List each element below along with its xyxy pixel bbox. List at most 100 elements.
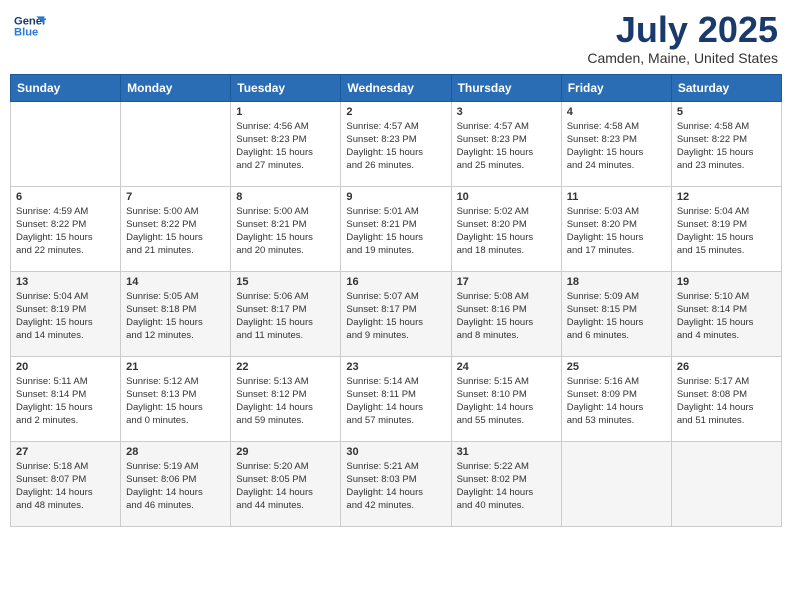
day-info: Sunrise: 5:08 AM Sunset: 8:16 PM Dayligh… bbox=[457, 290, 556, 343]
day-number: 20 bbox=[16, 361, 115, 373]
calendar-cell-w3-d6: 19 Sunrise: 5:10 AM Sunset: 8:14 PM Dayli… bbox=[671, 271, 781, 356]
day-number: 14 bbox=[126, 276, 225, 288]
day-info: Sunrise: 5:10 AM Sunset: 8:14 PM Dayligh… bbox=[677, 290, 776, 343]
month-year: July 2025 bbox=[587, 10, 778, 50]
day-info: Sunrise: 4:56 AM Sunset: 8:23 PM Dayligh… bbox=[236, 120, 335, 173]
day-info: Sunrise: 5:15 AM Sunset: 8:10 PM Dayligh… bbox=[457, 375, 556, 428]
day-number: 22 bbox=[236, 361, 335, 373]
calendar-cell-w5-d3: 30 Sunrise: 5:21 AM Sunset: 8:03 PM Dayli… bbox=[341, 441, 451, 526]
day-info: Sunrise: 5:00 AM Sunset: 8:21 PM Dayligh… bbox=[236, 205, 335, 258]
day-number: 13 bbox=[16, 276, 115, 288]
day-number: 9 bbox=[346, 191, 445, 203]
day-number: 31 bbox=[457, 446, 556, 458]
day-info: Sunrise: 5:04 AM Sunset: 8:19 PM Dayligh… bbox=[16, 290, 115, 343]
day-number: 8 bbox=[236, 191, 335, 203]
calendar-cell-w2-d5: 11 Sunrise: 5:03 AM Sunset: 8:20 PM Dayli… bbox=[561, 186, 671, 271]
calendar-cell-w2-d1: 7 Sunrise: 5:00 AM Sunset: 8:22 PM Daylig… bbox=[121, 186, 231, 271]
day-info: Sunrise: 5:05 AM Sunset: 8:18 PM Dayligh… bbox=[126, 290, 225, 343]
day-info: Sunrise: 5:06 AM Sunset: 8:17 PM Dayligh… bbox=[236, 290, 335, 343]
day-info: Sunrise: 5:02 AM Sunset: 8:20 PM Dayligh… bbox=[457, 205, 556, 258]
location: Camden, Maine, United States bbox=[587, 50, 778, 66]
day-info: Sunrise: 5:01 AM Sunset: 8:21 PM Dayligh… bbox=[346, 205, 445, 258]
day-number: 16 bbox=[346, 276, 445, 288]
calendar-cell-w1-d3: 2 Sunrise: 4:57 AM Sunset: 8:23 PM Daylig… bbox=[341, 101, 451, 186]
calendar-cell-w2-d6: 12 Sunrise: 5:04 AM Sunset: 8:19 PM Dayli… bbox=[671, 186, 781, 271]
day-info: Sunrise: 5:17 AM Sunset: 8:08 PM Dayligh… bbox=[677, 375, 776, 428]
calendar-week-5: 27Sunrise: 5:18 AM Sunset: 8:07 PM Dayli… bbox=[11, 441, 782, 526]
calendar-cell-w4-d3: 23Sunrise: 5:14 AM Sunset: 8:11 PM Dayli… bbox=[341, 356, 451, 441]
header-thursday: Thursday bbox=[451, 74, 561, 101]
day-number: 26 bbox=[677, 361, 776, 373]
calendar-cell-w1-d6: 5Sunrise: 4:58 AM Sunset: 8:22 PM Daylig… bbox=[671, 101, 781, 186]
calendar-cell-w5-d2: 29Sunrise: 5:20 AM Sunset: 8:05 PM Dayli… bbox=[231, 441, 341, 526]
day-number: 21 bbox=[126, 361, 225, 373]
day-info: Sunrise: 5:09 AM Sunset: 8:15 PM Dayligh… bbox=[567, 290, 666, 343]
logo: General Blue bbox=[14, 10, 50, 42]
day-number: 30 bbox=[346, 446, 445, 458]
day-number: 1 bbox=[236, 106, 335, 118]
day-info: Sunrise: 5:03 AM Sunset: 8:20 PM Dayligh… bbox=[567, 205, 666, 258]
calendar-week-4: 20Sunrise: 5:11 AM Sunset: 8:14 PM Dayli… bbox=[11, 356, 782, 441]
day-number: 17 bbox=[457, 276, 556, 288]
day-number: 6 bbox=[16, 191, 115, 203]
calendar-cell-w1-d1 bbox=[121, 101, 231, 186]
header-tuesday: Tuesday bbox=[231, 74, 341, 101]
day-info: Sunrise: 5:04 AM Sunset: 8:19 PM Dayligh… bbox=[677, 205, 776, 258]
header-sunday: Sunday bbox=[11, 74, 121, 101]
logo-icon: General Blue bbox=[14, 10, 46, 42]
header-wednesday: Wednesday bbox=[341, 74, 451, 101]
calendar-cell-w1-d2: 1 Sunrise: 4:56 AM Sunset: 8:23 PM Daylig… bbox=[231, 101, 341, 186]
day-info: Sunrise: 4:59 AM Sunset: 8:22 PM Dayligh… bbox=[16, 205, 115, 258]
day-number: 27 bbox=[16, 446, 115, 458]
page-header: General Blue July 2025 Camden, Maine, Un… bbox=[10, 10, 782, 66]
svg-text:Blue: Blue bbox=[14, 27, 38, 39]
day-number: 2 bbox=[346, 106, 445, 118]
calendar-cell-w5-d4: 31Sunrise: 5:22 AM Sunset: 8:02 PM Dayli… bbox=[451, 441, 561, 526]
day-number: 18 bbox=[567, 276, 666, 288]
calendar-week-2: 6 Sunrise: 4:59 AM Sunset: 8:22 PM Daylig… bbox=[11, 186, 782, 271]
calendar-cell-w3-d2: 15Sunrise: 5:06 AM Sunset: 8:17 PM Dayli… bbox=[231, 271, 341, 356]
calendar-cell-w3-d3: 16 Sunrise: 5:07 AM Sunset: 8:17 PM Dayli… bbox=[341, 271, 451, 356]
calendar-cell-w2-d0: 6 Sunrise: 4:59 AM Sunset: 8:22 PM Daylig… bbox=[11, 186, 121, 271]
calendar-cell-w3-d0: 13 Sunrise: 5:04 AM Sunset: 8:19 PM Dayli… bbox=[11, 271, 121, 356]
day-info: Sunrise: 5:12 AM Sunset: 8:13 PM Dayligh… bbox=[126, 375, 225, 428]
calendar-header-row: Sunday Monday Tuesday Wednesday Thursday… bbox=[11, 74, 782, 101]
calendar-week-3: 13 Sunrise: 5:04 AM Sunset: 8:19 PM Dayli… bbox=[11, 271, 782, 356]
day-info: Sunrise: 4:57 AM Sunset: 8:23 PM Dayligh… bbox=[457, 120, 556, 173]
day-number: 10 bbox=[457, 191, 556, 203]
day-number: 25 bbox=[567, 361, 666, 373]
day-info: Sunrise: 5:20 AM Sunset: 8:05 PM Dayligh… bbox=[236, 460, 335, 513]
day-info: Sunrise: 5:21 AM Sunset: 8:03 PM Dayligh… bbox=[346, 460, 445, 513]
day-info: Sunrise: 4:57 AM Sunset: 8:23 PM Dayligh… bbox=[346, 120, 445, 173]
day-info: Sunrise: 5:19 AM Sunset: 8:06 PM Dayligh… bbox=[126, 460, 225, 513]
calendar-cell-w3-d4: 17 Sunrise: 5:08 AM Sunset: 8:16 PM Dayli… bbox=[451, 271, 561, 356]
calendar-cell-w4-d0: 20Sunrise: 5:11 AM Sunset: 8:14 PM Dayli… bbox=[11, 356, 121, 441]
header-saturday: Saturday bbox=[671, 74, 781, 101]
header-monday: Monday bbox=[121, 74, 231, 101]
day-number: 28 bbox=[126, 446, 225, 458]
day-number: 19 bbox=[677, 276, 776, 288]
calendar-cell-w2-d3: 9 Sunrise: 5:01 AM Sunset: 8:21 PM Daylig… bbox=[341, 186, 451, 271]
calendar-cell-w5-d1: 28 Sunrise: 5:19 AM Sunset: 8:06 PM Dayli… bbox=[121, 441, 231, 526]
day-info: Sunrise: 5:16 AM Sunset: 8:09 PM Dayligh… bbox=[567, 375, 666, 428]
calendar-cell-w4-d6: 26 Sunrise: 5:17 AM Sunset: 8:08 PM Dayli… bbox=[671, 356, 781, 441]
calendar-week-1: 1 Sunrise: 4:56 AM Sunset: 8:23 PM Daylig… bbox=[11, 101, 782, 186]
day-info: Sunrise: 5:00 AM Sunset: 8:22 PM Dayligh… bbox=[126, 205, 225, 258]
calendar-cell-w4-d4: 24 Sunrise: 5:15 AM Sunset: 8:10 PM Dayli… bbox=[451, 356, 561, 441]
calendar-cell-w5-d0: 27Sunrise: 5:18 AM Sunset: 8:07 PM Dayli… bbox=[11, 441, 121, 526]
day-info: Sunrise: 4:58 AM Sunset: 8:22 PM Dayligh… bbox=[677, 120, 776, 173]
day-number: 23 bbox=[346, 361, 445, 373]
day-number: 24 bbox=[457, 361, 556, 373]
day-number: 12 bbox=[677, 191, 776, 203]
calendar-cell-w3-d5: 18 Sunrise: 5:09 AM Sunset: 8:15 PM Dayli… bbox=[561, 271, 671, 356]
day-number: 11 bbox=[567, 191, 666, 203]
calendar-cell-w1-d5: 4Sunrise: 4:58 AM Sunset: 8:23 PM Daylig… bbox=[561, 101, 671, 186]
title-block: July 2025 Camden, Maine, United States bbox=[587, 10, 778, 66]
day-number: 3 bbox=[457, 106, 556, 118]
day-number: 7 bbox=[126, 191, 225, 203]
calendar-cell-w5-d6 bbox=[671, 441, 781, 526]
day-info: Sunrise: 5:13 AM Sunset: 8:12 PM Dayligh… bbox=[236, 375, 335, 428]
calendar-cell-w4-d2: 22 Sunrise: 5:13 AM Sunset: 8:12 PM Dayli… bbox=[231, 356, 341, 441]
day-info: Sunrise: 5:07 AM Sunset: 8:17 PM Dayligh… bbox=[346, 290, 445, 343]
calendar-cell-w4-d1: 21 Sunrise: 5:12 AM Sunset: 8:13 PM Dayli… bbox=[121, 356, 231, 441]
